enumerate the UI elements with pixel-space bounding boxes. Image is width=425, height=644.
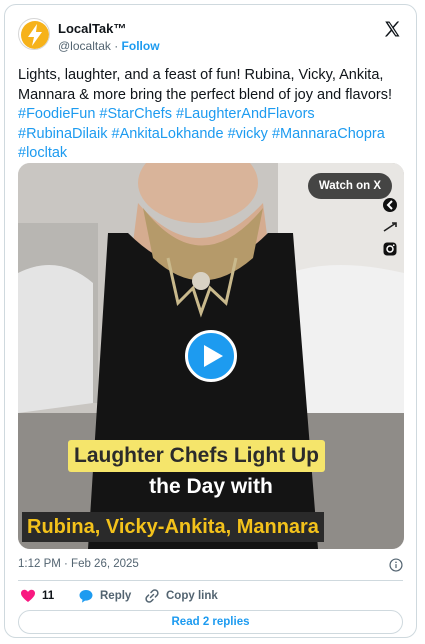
play-icon xyxy=(204,345,223,367)
handle-separator: · xyxy=(110,39,122,53)
tweet-meta: 1:12 PM · Feb 26, 2025 xyxy=(18,558,403,574)
channel-logo-icon xyxy=(383,198,397,212)
copy-link-button[interactable]: Copy link xyxy=(144,586,218,606)
heart-icon xyxy=(21,589,35,602)
lightning-bolt-icon xyxy=(21,21,49,49)
hashtag-link[interactable]: #FoodieFun xyxy=(18,106,95,122)
hashtag-link[interactable]: #LaughterAndFlavors xyxy=(176,106,315,122)
hashtag-link[interactable]: #locltak xyxy=(18,145,67,161)
tweet-actions: 11 Reply Copy link xyxy=(18,586,403,606)
info-icon[interactable] xyxy=(389,558,403,572)
reply-icon xyxy=(79,590,93,603)
timestamp-link[interactable]: 1:12 PM · Feb 26, 2025 xyxy=(18,558,139,570)
caption-line-2: the Day with xyxy=(149,475,273,498)
hashtag-link[interactable]: #AnkitaLokhande xyxy=(112,126,224,142)
hashtag-link[interactable]: #RubinaDilaik xyxy=(18,126,107,142)
author-avatar[interactable] xyxy=(18,18,50,50)
caption-line-1: Laughter Chefs Light Up xyxy=(68,440,325,472)
author-handle[interactable]: @localtak xyxy=(58,39,111,53)
reply-label: Reply xyxy=(100,590,132,602)
hashtag-link[interactable]: #vicky xyxy=(228,126,268,142)
tweet-text: Lights, laughter, and a feast of fun! Ru… xyxy=(18,66,408,164)
tweet-header: LocalTak™ @localtak · Follow xyxy=(18,18,403,58)
tweet-body: Lights, laughter, and a feast of fun! Ru… xyxy=(18,67,401,103)
divider xyxy=(18,580,403,581)
caption-line-3: Rubina, Vicky-Ankita, Mannara xyxy=(22,512,324,542)
play-button[interactable] xyxy=(185,330,237,382)
link-icon xyxy=(145,589,159,603)
video-player[interactable]: Watch on X Laughter Chefs Light Up the D… xyxy=(18,163,404,549)
share-icon[interactable] xyxy=(382,219,398,235)
like-button[interactable]: 11 xyxy=(20,586,54,606)
hashtag-link[interactable]: #MannaraChopra xyxy=(272,126,385,142)
instagram-icon[interactable] xyxy=(382,241,398,257)
watch-on-x-button[interactable]: Watch on X xyxy=(307,173,392,199)
x-logo-icon[interactable] xyxy=(383,20,401,38)
reply-button[interactable]: Reply xyxy=(78,586,131,606)
copy-link-label: Copy link xyxy=(166,590,218,602)
author-handle-row: @localtak · Follow xyxy=(58,39,160,53)
follow-link[interactable]: Follow xyxy=(122,39,160,53)
hashtag-link[interactable]: #StarChefs xyxy=(99,106,172,122)
tweet-card: LocalTak™ @localtak · Follow Lights, lau… xyxy=(4,4,417,638)
like-count: 11 xyxy=(42,590,55,602)
author-name[interactable]: LocalTak™ xyxy=(58,21,126,36)
read-replies-button[interactable]: Read 2 replies xyxy=(18,610,403,634)
